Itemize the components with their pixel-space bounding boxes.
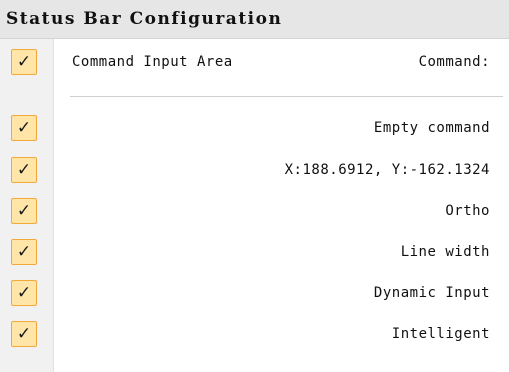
menu-item-label: Ortho (445, 203, 490, 219)
status-bar-config-menu: Status Bar Configuration ✓ Command Input… (0, 0, 509, 372)
menu-item-label: X:188.6912, Y:-162.1324 (284, 162, 490, 178)
menu-item-label: Command Input Area (72, 54, 233, 70)
menu-item-ortho[interactable]: ✓ Ortho (0, 194, 509, 228)
checkmark-icon: ✓ (11, 321, 37, 347)
checkmark-icon: ✓ (11, 115, 37, 141)
menu-item-coordinates[interactable]: ✓ X:188.6912, Y:-162.1324 (0, 153, 509, 187)
menu-item-label: Line width (400, 244, 490, 260)
menu-separator (70, 96, 503, 98)
command-prompt-value: Command: (418, 54, 490, 70)
menu-item-label: Intelligent (391, 326, 490, 342)
menu-item-empty-command[interactable]: ✓ Empty command (0, 111, 509, 145)
checkmark-icon: ✓ (11, 280, 37, 306)
menu-item-command-input-area[interactable]: ✓ Command Input Area Command: (0, 45, 509, 79)
checkmark-icon: ✓ (11, 239, 37, 265)
menu-item-intelligent[interactable]: ✓ Intelligent (0, 317, 509, 351)
menu-title: Status Bar Configuration (0, 0, 509, 39)
checkmark-icon: ✓ (11, 49, 37, 75)
menu-item-line-width[interactable]: ✓ Line width (0, 235, 509, 269)
checkmark-icon: ✓ (11, 157, 37, 183)
menu-item-label: Empty command (373, 120, 490, 136)
menu-item-dynamic-input[interactable]: ✓ Dynamic Input (0, 276, 509, 310)
checkmark-icon: ✓ (11, 198, 37, 224)
menu-item-label: Dynamic Input (373, 285, 490, 301)
